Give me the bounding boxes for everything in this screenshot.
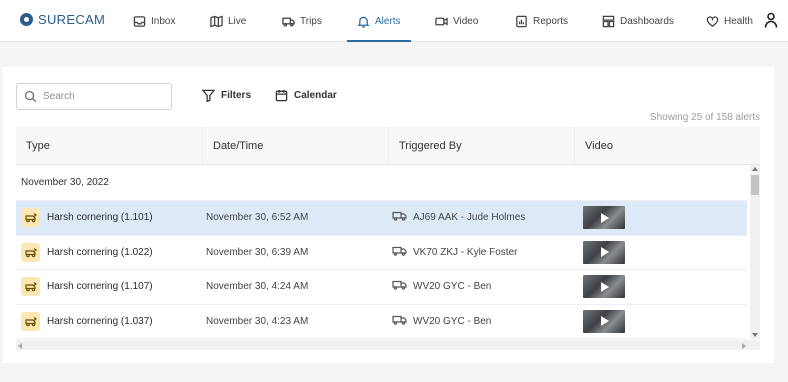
triggered-by-cell: WV20 GYC - Ben (386, 305, 571, 339)
triggered-by-label: VK70 ZKJ - Kyle Foster (413, 246, 518, 258)
type-cell: Harsh cornering (1.101) (16, 201, 200, 235)
nav-item-label: Trips (300, 15, 322, 27)
video-icon (435, 17, 448, 25)
video-thumbnail[interactable] (583, 275, 625, 299)
alert-type-label: Harsh cornering (1.107) (47, 281, 153, 293)
nav-item-label: Video (453, 15, 479, 27)
nav-item-label: Reports (533, 15, 569, 27)
nav-item-trips[interactable]: Trips (282, 0, 322, 42)
heart-icon (706, 15, 719, 27)
play-icon (601, 212, 609, 223)
video-cell (571, 305, 747, 339)
nav-item-label: Health (724, 15, 753, 27)
scroll-left-icon[interactable] (18, 343, 22, 349)
play-icon (601, 247, 609, 258)
triggered-by-cell: VK70 ZKJ - Kyle Foster (386, 236, 571, 270)
play-icon (601, 316, 609, 327)
dashboard-icon (602, 15, 615, 27)
date-group-header: November 30, 2022 (16, 165, 747, 201)
column-header-datetime[interactable]: Date/Time (203, 127, 389, 164)
nav-item-inbox[interactable]: Inbox (133, 0, 175, 42)
triggered-by-cell: AJ69 AAK - Jude Holmes (386, 201, 571, 235)
triggered-by-cell: WV20 GYC - Ben (386, 270, 571, 304)
datetime-cell: November 30, 6:39 AM (206, 246, 309, 258)
brand-name: SURECAM (38, 12, 106, 27)
triggered-by-label: WV20 GYC - Ben (413, 315, 492, 327)
inbox-icon (133, 15, 146, 27)
alert-type-label: Harsh cornering (1.037) (47, 315, 153, 327)
top-navigation: SURECAM Inbox Live Trips Alerts Video Re… (0, 0, 788, 42)
column-header-video[interactable]: Video (575, 127, 760, 164)
filter-icon (202, 89, 215, 102)
video-cell (571, 201, 747, 235)
type-cell: Harsh cornering (1.037) (16, 305, 200, 339)
nav-item-alerts[interactable]: Alerts (347, 0, 411, 42)
calendar-label: Calendar (294, 90, 337, 101)
calendar-icon (275, 89, 288, 102)
horizontal-scrollbar[interactable] (16, 340, 760, 350)
type-cell: Harsh cornering (1.022) (16, 236, 200, 270)
report-icon (516, 15, 527, 27)
harsh-cornering-icon (21, 208, 40, 228)
nav-item-label: Inbox (151, 15, 176, 27)
table-row[interactable]: Harsh cornering (1.101) November 30, 6:5… (16, 201, 747, 236)
nav-item-live[interactable]: Live (210, 0, 246, 42)
bell-icon (357, 16, 370, 28)
type-cell: Harsh cornering (1.107) (16, 270, 200, 304)
harsh-cornering-icon (21, 242, 40, 262)
table-row[interactable]: Harsh cornering (1.022) November 30, 6:3… (16, 235, 747, 270)
nav-item-label: Live (228, 15, 247, 27)
scroll-up-icon[interactable] (752, 167, 758, 171)
scroll-right-icon[interactable] (742, 343, 746, 349)
vehicle-icon (392, 315, 407, 328)
video-thumbnail[interactable] (581, 206, 625, 232)
video-thumbnail[interactable] (583, 309, 625, 333)
triggered-by-label: WV20 GYC - Ben (413, 281, 492, 293)
search-input[interactable] (43, 91, 153, 102)
alert-type-label: Harsh cornering (1.101) (47, 212, 153, 224)
map-icon (210, 14, 223, 28)
nav-item-label: Alerts (375, 15, 401, 27)
vertical-scrollbar[interactable] (750, 165, 760, 339)
harsh-cornering-icon (21, 311, 40, 331)
column-header-triggered-by[interactable]: Triggered By (389, 127, 575, 164)
video-thumbnail[interactable] (581, 240, 625, 266)
search-icon (24, 90, 37, 103)
datetime-cell: November 30, 6:52 AM (206, 212, 309, 224)
user-icon[interactable] (764, 12, 778, 28)
scroll-down-icon[interactable] (752, 333, 758, 337)
video-cell (571, 270, 747, 304)
video-cell (571, 236, 747, 270)
alerts-panel: Filters Calendar Showing 25 of 158 alert… (3, 67, 774, 363)
harsh-cornering-icon (21, 277, 40, 297)
truck-icon (282, 17, 295, 27)
nav-item-dashboards[interactable]: Dashboards (602, 0, 674, 42)
table-row[interactable]: Harsh cornering (1.107) November 30, 4:2… (16, 270, 747, 305)
vehicle-icon (392, 246, 407, 259)
nav-item-reports[interactable]: Reports (515, 0, 568, 42)
surecam-logo-icon (20, 13, 33, 26)
results-count: Showing 25 of 158 alerts (649, 112, 760, 123)
table-row[interactable]: Harsh cornering (1.037) November 30, 4:2… (16, 304, 747, 339)
scrollbar-thumb[interactable] (751, 175, 759, 195)
table-body: November 30, 2022 Harsh cornering (1.101… (16, 165, 747, 339)
nav-item-video[interactable]: Video (435, 0, 478, 42)
table-header: Type Date/Time Triggered By Video (16, 127, 760, 165)
vehicle-icon (392, 211, 407, 224)
nav-item-label: Dashboards (620, 15, 674, 27)
nav-item-health[interactable]: Health (706, 0, 753, 42)
calendar-button[interactable]: Calendar (275, 89, 337, 102)
triggered-by-label: AJ69 AAK - Jude Holmes (413, 212, 526, 224)
filters-button[interactable]: Filters (202, 89, 251, 102)
alert-type-label: Harsh cornering (1.022) (47, 246, 153, 258)
brand-logo[interactable]: SURECAM (20, 12, 105, 27)
vehicle-icon (392, 280, 407, 293)
play-icon (601, 281, 609, 292)
filters-label: Filters (221, 90, 252, 101)
column-header-type[interactable]: Type (16, 127, 203, 164)
datetime-cell: November 30, 4:23 AM (206, 315, 309, 327)
datetime-cell: November 30, 4:24 AM (206, 281, 309, 293)
search-box[interactable] (16, 83, 172, 110)
